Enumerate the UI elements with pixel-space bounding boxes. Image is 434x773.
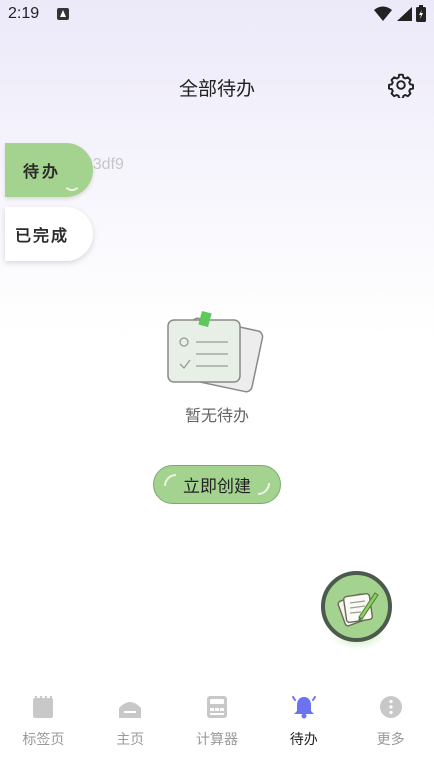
add-todo-fab[interactable] xyxy=(321,571,392,642)
status-bar: 2:19 xyxy=(0,0,434,30)
nav-label: 计算器 xyxy=(195,732,238,748)
notification-a-icon xyxy=(57,8,69,20)
notepad-pencil-icon xyxy=(336,591,379,627)
home-icon xyxy=(119,702,142,718)
nav-label: 主页 xyxy=(116,732,145,748)
nav-item-calculator[interactable]: 计算器 xyxy=(174,690,261,760)
calculator-icon xyxy=(206,696,227,718)
status-icons xyxy=(374,5,426,22)
arc-decoration-right xyxy=(258,483,270,495)
nav-item-more[interactable]: 更多 xyxy=(347,690,434,760)
nav-item-notebook[interactable]: 标签页 xyxy=(0,690,87,760)
nav-item-home[interactable]: 主页 xyxy=(87,690,174,760)
tab-todo-label: 待办 xyxy=(23,162,62,181)
more-icon xyxy=(379,696,402,718)
page-title: 全部待办 xyxy=(178,78,255,100)
bell-icon xyxy=(291,696,316,719)
battery-icon xyxy=(416,5,426,22)
wifi-icon xyxy=(374,6,392,21)
nav-item-todo[interactable]: 待办 xyxy=(260,690,347,760)
empty-checklist-icon xyxy=(167,310,264,393)
nav-label: 更多 xyxy=(376,732,405,748)
settings-button[interactable] xyxy=(388,72,414,100)
create-now-button[interactable]: 立即创建 xyxy=(153,465,281,504)
tab-done[interactable]: 已完成 xyxy=(5,207,93,261)
notebook-icon xyxy=(33,696,54,718)
create-now-label: 立即创建 xyxy=(183,477,251,497)
signal-icon xyxy=(397,6,412,21)
nav-label: 待办 xyxy=(289,732,318,748)
tab-todo[interactable]: 待办 xyxy=(5,143,93,197)
bottom-nav: 标签页 主页 计算器 待办 更多 xyxy=(0,690,434,760)
empty-message: 暂无待办 xyxy=(184,406,249,425)
arc-decoration-left xyxy=(164,474,176,486)
tab-done-label: 已完成 xyxy=(15,226,70,245)
nav-label: 标签页 xyxy=(22,732,65,748)
swirl-decoration xyxy=(63,177,81,191)
gear-icon xyxy=(388,73,414,100)
status-time: 2:19 xyxy=(8,5,40,22)
